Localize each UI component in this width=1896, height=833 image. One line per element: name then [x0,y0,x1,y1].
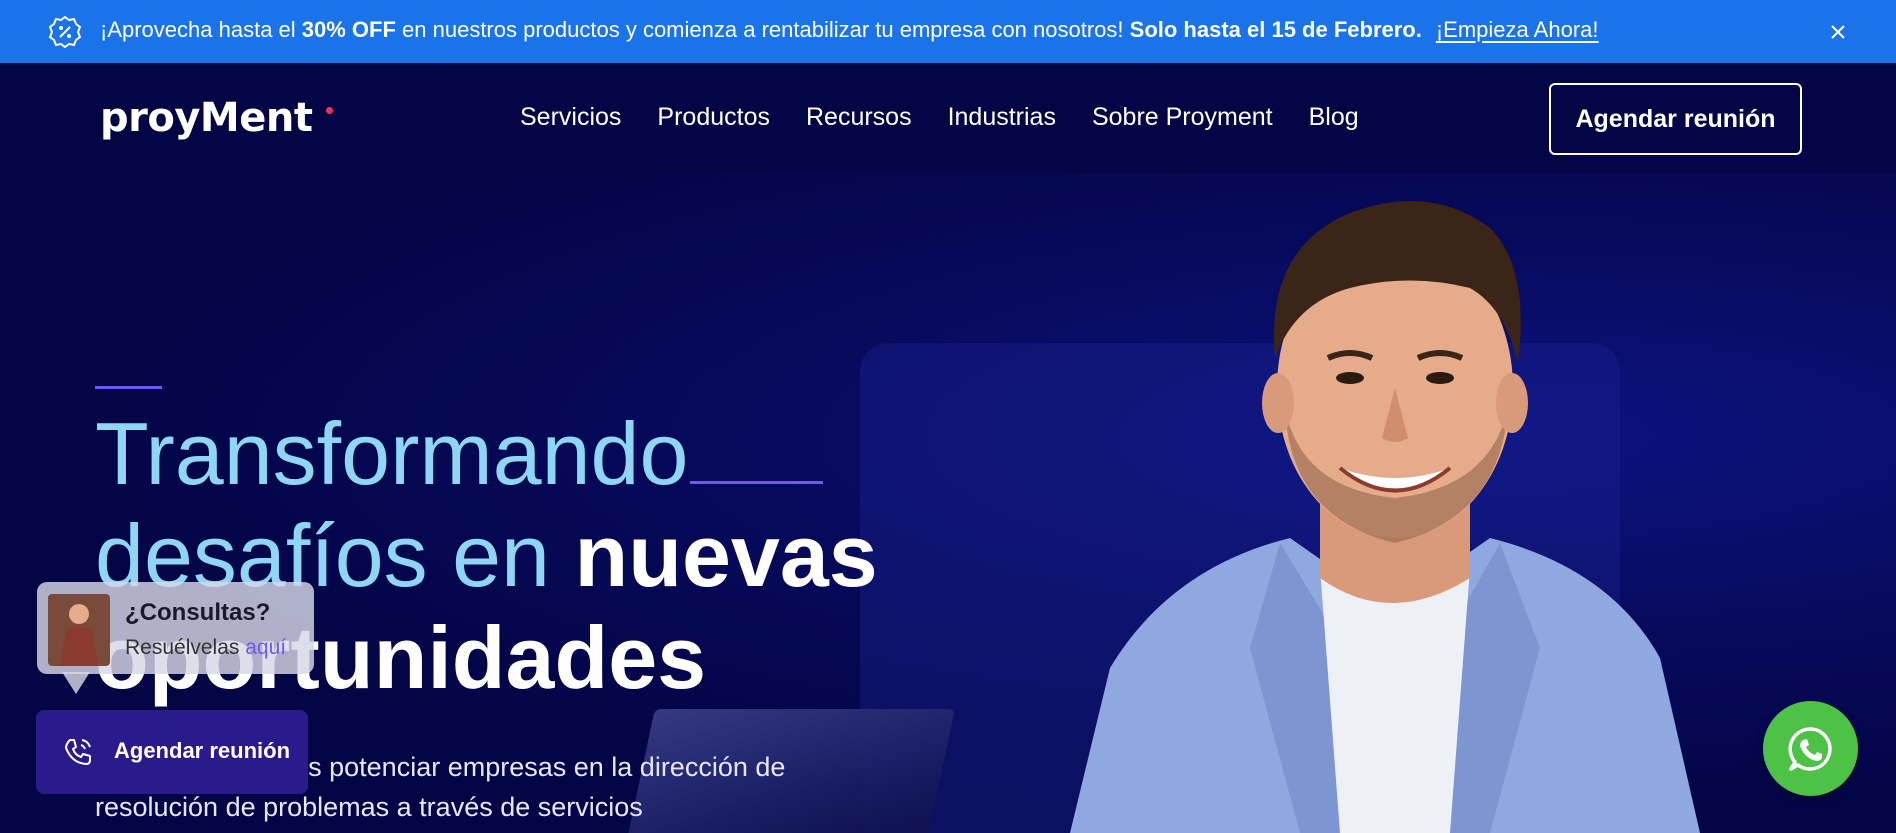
hero-person-image [1070,201,1700,833]
nav-industrias[interactable]: Industrias [948,103,1056,132]
promo-deadline: Solo hasta el 15 de Febrero. [1129,17,1422,42]
avatar [48,594,110,666]
hero-title-line1: Transformando [95,404,689,503]
close-icon[interactable] [1826,20,1850,44]
discount-badge-icon [48,15,82,49]
nav-blog[interactable]: Blog [1309,103,1359,132]
nav-servicios[interactable]: Servicios [520,103,621,132]
consult-sub-text: Resuélvelas [125,636,246,659]
phone-icon [65,739,91,765]
nav-sobre-proyment[interactable]: Sobre Proyment [1092,103,1273,132]
logo[interactable]: proyMent [100,95,313,141]
whatsapp-button[interactable] [1763,701,1858,796]
whatsapp-icon [1787,726,1832,771]
promo-banner: ¡Aprovecha hasta el 30% OFF en nuestros … [0,0,1896,63]
main-nav: Servicios Productos Recursos Industrias … [520,103,1395,132]
promo-text-mid: en nuestros productos y comienza a renta… [395,17,1130,42]
consult-title: ¿Consultas? [125,599,271,626]
logo-dot [326,107,333,114]
promo-message: ¡Aprovecha hasta el 30% OFF en nuestros … [100,17,1599,43]
floating-schedule-button[interactable]: Agendar reunión [36,710,308,794]
promo-cta-link[interactable]: ¡Empieza Ahora! [1436,17,1599,42]
nav-productos[interactable]: Productos [657,103,770,132]
promo-text-pre: ¡Aprovecha hasta el [100,17,302,42]
nav-recursos[interactable]: Recursos [806,103,912,132]
hero-accent-line [95,386,162,389]
consult-popup-tail [62,672,90,694]
schedule-meeting-button[interactable]: Agendar reunión [1549,83,1802,155]
hero-title-line2-bold: nuevas [574,506,878,605]
consult-link[interactable]: aquí [245,636,286,659]
floating-schedule-label: Agendar reunión [114,738,291,763]
consult-subtitle: Resuélvelas aquí [125,636,286,660]
promo-discount: 30% OFF [301,17,396,42]
site-header: proyMent Servicios Productos Recursos In… [0,63,1896,173]
title-underline [690,481,824,484]
